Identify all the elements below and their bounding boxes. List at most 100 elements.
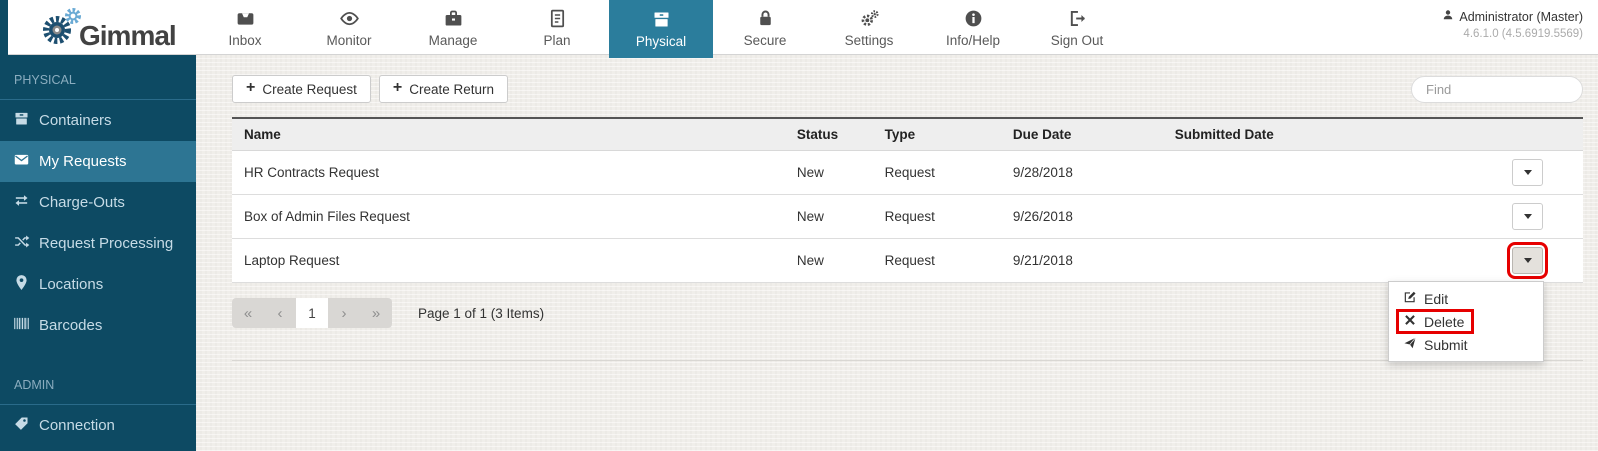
- eye-icon: [339, 8, 360, 29]
- briefcase-icon: [443, 8, 464, 29]
- column-header-due-date[interactable]: Due Date: [1001, 118, 1163, 151]
- sidebar-item-label: Charge-Outs: [39, 194, 125, 211]
- toolbar: + Create Request + Create Return: [232, 75, 1583, 103]
- menu-item-label: Submit: [1424, 337, 1468, 353]
- divider: [232, 360, 1583, 361]
- sidebar-item-charge-outs[interactable]: Charge-Outs: [0, 182, 196, 223]
- sidebar-item-label: Locations: [39, 276, 103, 293]
- inbox-icon: [235, 8, 256, 29]
- cell-type: Request: [873, 239, 1001, 283]
- tab-label: Monitor: [326, 33, 371, 48]
- tab-info-help[interactable]: Info/Help: [921, 0, 1025, 55]
- table-row[interactable]: Box of Admin Files Request New Request 9…: [232, 195, 1583, 239]
- menu-item-delete[interactable]: Delete: [1389, 310, 1543, 333]
- tab-plan[interactable]: Plan: [505, 0, 609, 55]
- row-actions-dropdown-button[interactable]: [1512, 203, 1543, 230]
- cell-submitted-date: [1163, 239, 1500, 283]
- sidebar-item-label: Barcodes: [39, 317, 102, 334]
- table-row[interactable]: HR Contracts Request New Request 9/28/20…: [232, 151, 1583, 195]
- row-actions-menu: Edit Delete Submit: [1388, 281, 1544, 362]
- cell-due-date: 9/26/2018: [1001, 195, 1163, 239]
- tab-label: Manage: [429, 33, 478, 48]
- tab-manage[interactable]: Manage: [401, 0, 505, 55]
- tab-sign-out[interactable]: Sign Out: [1025, 0, 1129, 55]
- pagination: « ‹ 1 › »: [232, 298, 392, 328]
- app-logo[interactable]: Gimmal: [40, 6, 176, 53]
- sidebar-item-barcodes[interactable]: Barcodes: [0, 305, 196, 346]
- column-header-status[interactable]: Status: [785, 118, 873, 151]
- cell-name: HR Contracts Request: [232, 151, 785, 195]
- table-row[interactable]: Laptop Request New Request 9/21/2018: [232, 239, 1583, 283]
- cell-status: New: [785, 239, 873, 283]
- sidebar-item-locations[interactable]: Locations: [0, 264, 196, 305]
- top-header: Gimmal Inbox Monitor Manage: [0, 0, 1598, 55]
- tab-physical[interactable]: Physical: [609, 0, 713, 58]
- envelope-icon: [13, 151, 30, 172]
- column-header-submitted-date[interactable]: Submitted Date: [1163, 118, 1500, 151]
- sidebar-section-admin: ADMIN: [0, 346, 196, 404]
- first-page-button[interactable]: «: [232, 298, 264, 328]
- user-icon: [1442, 9, 1454, 24]
- last-page-button[interactable]: »: [360, 298, 392, 328]
- gears-icon: [859, 8, 880, 29]
- column-header-actions: [1500, 118, 1583, 151]
- cell-submitted-date: [1163, 151, 1500, 195]
- barcode-icon: [13, 315, 30, 336]
- main-content: + Create Request + Create Return Name St…: [196, 55, 1598, 451]
- tab-inbox[interactable]: Inbox: [193, 0, 297, 55]
- sidebar-item-label: Request Processing: [39, 235, 173, 252]
- pagination-summary: Page 1 of 1 (3 Items): [418, 306, 544, 321]
- column-header-name[interactable]: Name: [232, 118, 785, 151]
- create-request-label: Create Request: [262, 82, 357, 97]
- user-menu[interactable]: Administrator (Master): [1442, 9, 1583, 24]
- cell-submitted-date: [1163, 195, 1500, 239]
- column-header-type[interactable]: Type: [873, 118, 1001, 151]
- cell-type: Request: [873, 151, 1001, 195]
- cell-name: Box of Admin Files Request: [232, 195, 785, 239]
- tab-label: Secure: [744, 33, 787, 48]
- row-actions-dropdown-button-annotated[interactable]: [1512, 247, 1543, 274]
- sidebar-item-connection[interactable]: Connection: [0, 405, 196, 446]
- table-header-row: Name Status Type Due Date Submitted Date: [232, 118, 1583, 151]
- create-return-label: Create Return: [409, 82, 494, 97]
- tab-settings[interactable]: Settings: [817, 0, 921, 55]
- sidebar-item-label: My Requests: [39, 153, 127, 170]
- tab-label: Settings: [845, 33, 894, 48]
- tab-secure[interactable]: Secure: [713, 0, 817, 55]
- lock-icon: [755, 8, 776, 29]
- pagination-row: « ‹ 1 › » Page 1 of 1 (3 Items): [232, 298, 1583, 328]
- row-actions-dropdown-button[interactable]: [1512, 159, 1543, 186]
- edit-icon: [1403, 290, 1417, 307]
- create-return-button[interactable]: + Create Return: [379, 75, 508, 103]
- cell-status: New: [785, 195, 873, 239]
- user-name: Administrator (Master): [1459, 10, 1583, 24]
- sidebar-item-containers[interactable]: Containers: [0, 100, 196, 141]
- tab-monitor[interactable]: Monitor: [297, 0, 401, 55]
- document-icon: [547, 8, 568, 29]
- find-input[interactable]: [1411, 76, 1583, 103]
- archive-box-icon: [651, 9, 672, 30]
- create-request-button[interactable]: + Create Request: [232, 75, 371, 103]
- sidebar-item-my-requests[interactable]: My Requests: [0, 141, 196, 182]
- sidebar-item-label: Connection: [39, 417, 115, 434]
- menu-item-submit[interactable]: Submit: [1389, 333, 1543, 356]
- tab-label: Inbox: [228, 33, 261, 48]
- menu-item-label: Edit: [1424, 291, 1448, 307]
- sidebar-section-physical: PHYSICAL: [0, 55, 196, 99]
- next-page-button[interactable]: ›: [328, 298, 360, 328]
- menu-item-edit[interactable]: Edit: [1389, 287, 1543, 310]
- tab-label: Plan: [543, 33, 570, 48]
- tag-icon: [13, 415, 30, 436]
- sidebar-item-request-processing[interactable]: Request Processing: [0, 223, 196, 264]
- container-icon: [13, 110, 30, 131]
- sidebar: PHYSICAL Containers My Requests Charge-O…: [0, 55, 196, 451]
- sign-out-icon: [1067, 8, 1088, 29]
- info-icon: [963, 8, 984, 29]
- corner-strip: [0, 0, 8, 55]
- map-pin-icon: [13, 274, 30, 295]
- delete-annotation-box: Delete: [1396, 309, 1474, 334]
- chevron-down-icon: [1524, 170, 1532, 175]
- previous-page-button[interactable]: ‹: [264, 298, 296, 328]
- current-page-button[interactable]: 1: [296, 298, 328, 328]
- page: Gimmal Inbox Monitor Manage: [0, 0, 1598, 451]
